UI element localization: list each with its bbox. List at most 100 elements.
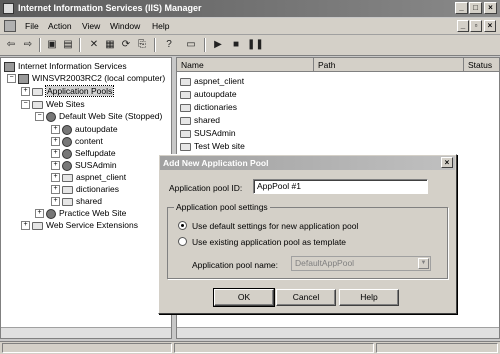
- web-app-icon: [62, 160, 72, 171]
- expand-toggle[interactable]: +: [21, 87, 30, 97]
- dialog-close-button[interactable]: ×: [441, 157, 453, 168]
- expand-toggle[interactable]: +: [35, 209, 44, 219]
- delete-icon[interactable]: ✕: [87, 38, 101, 52]
- folder-icon: [180, 116, 191, 125]
- tree-horizontal-scrollbar[interactable]: [1, 327, 171, 338]
- iis-app-icon: [3, 3, 14, 14]
- pause-icon[interactable]: ❚❚: [247, 38, 264, 52]
- forward-arrow-icon[interactable]: ⇨: [21, 38, 35, 52]
- ok-button[interactable]: OK: [213, 288, 275, 307]
- tree-child-selfupdate[interactable]: + Selfupdate: [51, 147, 116, 159]
- tree-default-site[interactable]: − Default Web Site (Stopped): [35, 110, 162, 122]
- menu-bar: File Action View Window Help _ ▫ ×: [0, 18, 500, 35]
- collapse-toggle[interactable]: −: [35, 112, 44, 122]
- app-pool-settings-group: Application pool settings Use default se…: [167, 202, 448, 279]
- tree-extensions[interactable]: + Web Service Extensions: [21, 219, 138, 231]
- mdi-minimize-button[interactable]: _: [457, 20, 469, 32]
- status-cell: [2, 343, 172, 353]
- existing-pool-label[interactable]: Use existing application pool as templat…: [192, 237, 346, 247]
- menu-file[interactable]: File: [25, 21, 39, 31]
- tree-child-shared[interactable]: + shared: [51, 195, 102, 207]
- export-icon[interactable]: ⎘: [135, 38, 149, 52]
- existing-pool-radio[interactable]: [178, 237, 187, 246]
- expand-toggle[interactable]: +: [51, 185, 60, 195]
- mdi-restore-button[interactable]: ▫: [470, 20, 482, 32]
- status-bar: [0, 341, 500, 354]
- mdi-close-button[interactable]: ×: [484, 20, 496, 32]
- window-title: Internet Information Services (IIS) Mana…: [18, 3, 202, 13]
- folder-icon: [180, 142, 191, 151]
- computer-icon[interactable]: ▭: [184, 38, 198, 52]
- column-header-status[interactable]: Status: [464, 58, 499, 72]
- tree-web-sites[interactable]: − Web Sites: [21, 98, 85, 110]
- expand-toggle[interactable]: +: [51, 173, 60, 183]
- expand-toggle[interactable]: +: [51, 197, 60, 207]
- play-icon[interactable]: ▶: [211, 38, 225, 52]
- window-title-bar: Internet Information Services (IIS) Mana…: [0, 0, 500, 17]
- up-folder-icon[interactable]: ▣: [45, 38, 59, 52]
- collapse-toggle[interactable]: −: [7, 74, 16, 84]
- column-header-path[interactable]: Path: [314, 58, 464, 72]
- properties-icon[interactable]: ▦: [103, 38, 117, 52]
- website-icon: [46, 208, 56, 219]
- pool-id-input[interactable]: AppPool #1: [253, 179, 428, 194]
- minimize-button[interactable]: _: [455, 2, 468, 14]
- web-app-icon: [62, 148, 72, 159]
- list-item[interactable]: autoupdate: [180, 88, 237, 100]
- help-icon[interactable]: ?: [162, 38, 176, 52]
- tree-root[interactable]: Internet Information Services: [4, 60, 127, 72]
- help-button[interactable]: Help: [339, 289, 399, 306]
- expand-toggle[interactable]: +: [51, 125, 60, 135]
- menu-help[interactable]: Help: [152, 21, 169, 31]
- folder-icon: [32, 100, 43, 109]
- list-item[interactable]: Test Web site: [180, 140, 245, 152]
- cancel-button[interactable]: Cancel: [276, 289, 336, 306]
- refresh-icon[interactable]: ⟳: [119, 38, 133, 52]
- back-arrow-icon[interactable]: ⇦: [4, 38, 18, 52]
- status-cell: [174, 343, 374, 353]
- folder-icon: [180, 77, 191, 86]
- tree-computer[interactable]: − WINSVR2003RC2 (local computer): [7, 72, 165, 84]
- chevron-down-icon[interactable]: ▼: [418, 258, 429, 269]
- list-item[interactable]: SUSAdmin: [180, 127, 236, 139]
- pool-name-select[interactable]: DefaultAppPool ▼: [291, 256, 431, 271]
- tree-child-dictionaries[interactable]: + dictionaries: [51, 183, 119, 195]
- tree-app-pools[interactable]: + Application Pools: [21, 85, 115, 97]
- default-settings-label[interactable]: Use default settings for new application…: [192, 221, 358, 231]
- tree-child-susadmin[interactable]: + SUSAdmin: [51, 159, 117, 171]
- folder-icon: [32, 221, 43, 230]
- default-settings-radio[interactable]: [178, 221, 187, 230]
- list-item[interactable]: aspnet_client: [180, 75, 244, 87]
- tree-child-autoupdate[interactable]: + autoupdate: [51, 123, 118, 135]
- expand-toggle[interactable]: +: [51, 149, 60, 159]
- tree-child-content[interactable]: + content: [51, 135, 103, 147]
- tree-practice-site[interactable]: + Practice Web Site: [35, 207, 126, 219]
- folder-icon: [62, 173, 73, 182]
- dialog-title-bar: Add New Application Pool ×: [160, 156, 455, 170]
- stop-icon[interactable]: ■: [229, 38, 243, 52]
- list-item[interactable]: dictionaries: [180, 101, 237, 113]
- menu-view[interactable]: View: [82, 21, 100, 31]
- folder-icon: [180, 90, 191, 99]
- pool-id-label: Application pool ID:: [169, 183, 243, 193]
- column-header-name[interactable]: Name: [177, 58, 314, 72]
- collapse-toggle[interactable]: −: [21, 100, 30, 110]
- list-horizontal-scrollbar[interactable]: [177, 327, 499, 338]
- tree-child-aspnet-client[interactable]: + aspnet_client: [51, 171, 126, 183]
- expand-toggle[interactable]: +: [51, 137, 60, 147]
- folder-icon: [62, 185, 73, 194]
- expand-toggle[interactable]: +: [51, 161, 60, 171]
- folder-icon: [180, 103, 191, 112]
- menu-action[interactable]: Action: [48, 21, 72, 31]
- group-title: Application pool settings: [174, 202, 270, 212]
- toolbar-separator: [154, 38, 156, 52]
- close-button[interactable]: ×: [484, 2, 497, 14]
- list-item[interactable]: shared: [180, 114, 220, 126]
- tree-pane: Internet Information Services − WINSVR200…: [0, 57, 172, 339]
- show-tree-icon[interactable]: ▤: [61, 38, 75, 52]
- expand-toggle[interactable]: +: [21, 221, 30, 231]
- toolbar-separator: [39, 38, 41, 52]
- maximize-button[interactable]: □: [469, 2, 482, 14]
- menu-window[interactable]: Window: [110, 21, 140, 31]
- console-icon[interactable]: [4, 20, 16, 32]
